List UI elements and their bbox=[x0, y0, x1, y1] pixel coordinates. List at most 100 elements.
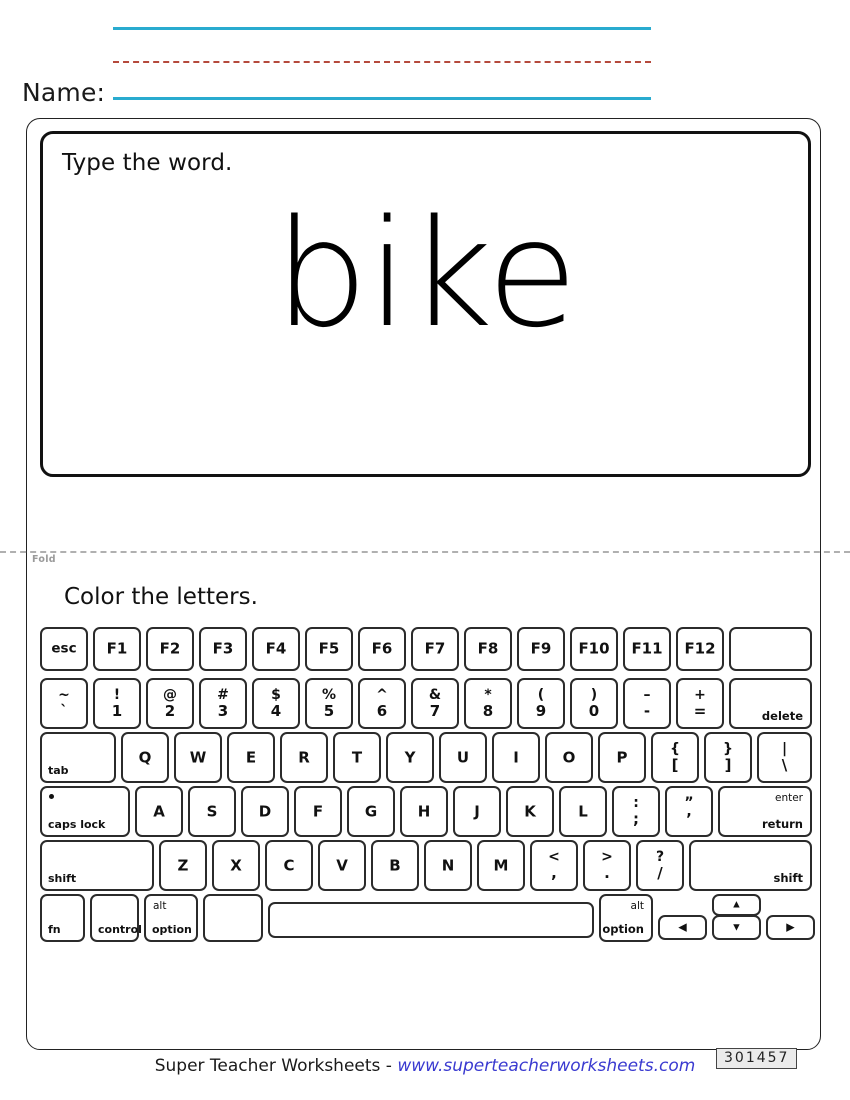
key-f5[interactable]: F5 bbox=[305, 627, 353, 671]
key-b[interactable]: B bbox=[371, 840, 419, 891]
key-m[interactable]: M bbox=[477, 840, 525, 891]
key-i[interactable]: I bbox=[492, 732, 540, 783]
key-eight[interactable]: * 8 bbox=[464, 678, 512, 729]
key-control[interactable]: control bbox=[90, 894, 142, 942]
key-label-stack: ! 1 bbox=[95, 687, 139, 720]
key-semicolon[interactable]: :; bbox=[612, 786, 660, 837]
key-k[interactable]: K bbox=[506, 786, 554, 837]
footer-url[interactable]: www.superteacherworksheets.com bbox=[397, 1056, 695, 1076]
key-four[interactable]: $4 bbox=[252, 678, 300, 729]
key-w[interactable]: W bbox=[174, 732, 222, 783]
footer-brand: Super Teacher Worksheets - bbox=[154, 1056, 398, 1076]
key-delete[interactable]: delete bbox=[729, 678, 812, 729]
key-f3[interactable]: F3 bbox=[199, 627, 247, 671]
key-label: J bbox=[474, 802, 480, 820]
key-label: Y bbox=[404, 748, 416, 766]
key-label-bottom-right: shift bbox=[773, 871, 803, 885]
key-option-left[interactable]: alt option bbox=[144, 894, 198, 942]
key-p[interactable]: P bbox=[598, 732, 646, 783]
key-f6[interactable]: F6 bbox=[358, 627, 406, 671]
key-command-left[interactable] bbox=[203, 894, 263, 942]
key-label-stack: & 7 bbox=[413, 687, 457, 720]
key-six[interactable]: ^ 6 bbox=[358, 678, 406, 729]
key-period[interactable]: >. bbox=[583, 840, 631, 891]
key-a[interactable]: A bbox=[135, 786, 183, 837]
key-option-right[interactable]: alt option bbox=[599, 894, 653, 942]
key-f8[interactable]: F8 bbox=[464, 627, 512, 671]
key-bracket-left[interactable]: {[ bbox=[651, 732, 699, 783]
key-arrow-right[interactable]: ▶ bbox=[766, 915, 815, 940]
key-label-shifted: ? bbox=[655, 848, 665, 865]
handwriting-line-top[interactable] bbox=[113, 27, 651, 30]
key-f[interactable]: F bbox=[294, 786, 342, 837]
key-label: A bbox=[153, 802, 165, 820]
key-one[interactable]: ! 1 bbox=[93, 678, 141, 729]
key-comma[interactable]: <, bbox=[530, 840, 578, 891]
key-minus[interactable]: – - bbox=[623, 678, 671, 729]
key-tilde[interactable]: ~ ` bbox=[40, 678, 88, 729]
key-three[interactable]: #3 bbox=[199, 678, 247, 729]
key-label: P bbox=[616, 748, 628, 766]
key-c[interactable]: C bbox=[265, 840, 313, 891]
key-r[interactable]: R bbox=[280, 732, 328, 783]
key-label: F12 bbox=[684, 639, 716, 658]
key-f12[interactable]: F12 bbox=[676, 627, 724, 671]
key-f10[interactable]: F10 bbox=[570, 627, 618, 671]
key-label-shifted: } bbox=[723, 740, 733, 757]
key-label-shifted: ” bbox=[684, 794, 694, 811]
key-f4[interactable]: F4 bbox=[252, 627, 300, 671]
key-t[interactable]: T bbox=[333, 732, 381, 783]
key-f7[interactable]: F7 bbox=[411, 627, 459, 671]
key-j[interactable]: J bbox=[453, 786, 501, 837]
key-y[interactable]: Y bbox=[386, 732, 434, 783]
key-label: M bbox=[493, 856, 509, 874]
key-fn[interactable]: fn bbox=[40, 894, 85, 942]
key-five[interactable]: % 5 bbox=[305, 678, 353, 729]
key-two[interactable]: @2 bbox=[146, 678, 194, 729]
key-s[interactable]: S bbox=[188, 786, 236, 837]
key-power[interactable] bbox=[729, 627, 812, 671]
key-bracket-right[interactable]: }] bbox=[704, 732, 752, 783]
key-space[interactable] bbox=[268, 902, 594, 938]
key-x[interactable]: X bbox=[212, 840, 260, 891]
key-arrow-down[interactable]: ▼ bbox=[712, 915, 761, 940]
key-slash[interactable]: ? / bbox=[636, 840, 684, 891]
key-e[interactable]: E bbox=[227, 732, 275, 783]
key-label-shifted: > bbox=[601, 848, 613, 865]
key-seven[interactable]: & 7 bbox=[411, 678, 459, 729]
key-tab[interactable]: tab bbox=[40, 732, 116, 783]
key-q[interactable]: Q bbox=[121, 732, 169, 783]
key-f1[interactable]: F1 bbox=[93, 627, 141, 671]
key-shift-right[interactable]: shift bbox=[689, 840, 812, 891]
key-esc[interactable]: esc bbox=[40, 627, 88, 671]
key-l[interactable]: L bbox=[559, 786, 607, 837]
key-f2[interactable]: F2 bbox=[146, 627, 194, 671]
key-shift-left[interactable]: shift bbox=[40, 840, 154, 891]
key-f9[interactable]: F9 bbox=[517, 627, 565, 671]
key-equals[interactable]: + = bbox=[676, 678, 724, 729]
key-n[interactable]: N bbox=[424, 840, 472, 891]
key-u[interactable]: U bbox=[439, 732, 487, 783]
key-nine[interactable]: (9 bbox=[517, 678, 565, 729]
key-quote[interactable]: ”’ bbox=[665, 786, 713, 837]
key-label-base: 6 bbox=[376, 701, 388, 720]
key-o[interactable]: O bbox=[545, 732, 593, 783]
key-caps-lock[interactable]: caps lock bbox=[40, 786, 130, 837]
key-return[interactable]: enter return bbox=[718, 786, 812, 837]
key-zero[interactable]: ) 0 bbox=[570, 678, 618, 729]
key-backslash[interactable]: | \ bbox=[757, 732, 812, 783]
key-arrow-left[interactable]: ◀ bbox=[658, 915, 707, 940]
key-label: C bbox=[283, 856, 295, 874]
name-input-line[interactable] bbox=[113, 97, 651, 100]
key-d[interactable]: D bbox=[241, 786, 289, 837]
key-label: F7 bbox=[424, 639, 446, 658]
key-label-top-right: enter bbox=[774, 792, 803, 804]
key-label: W bbox=[189, 748, 207, 766]
key-v[interactable]: V bbox=[318, 840, 366, 891]
key-label-top-right: alt bbox=[630, 900, 644, 912]
key-h[interactable]: H bbox=[400, 786, 448, 837]
key-arrow-up[interactable]: ▲ bbox=[712, 894, 761, 916]
key-f11[interactable]: F11 bbox=[623, 627, 671, 671]
key-g[interactable]: G bbox=[347, 786, 395, 837]
key-z[interactable]: Z bbox=[159, 840, 207, 891]
